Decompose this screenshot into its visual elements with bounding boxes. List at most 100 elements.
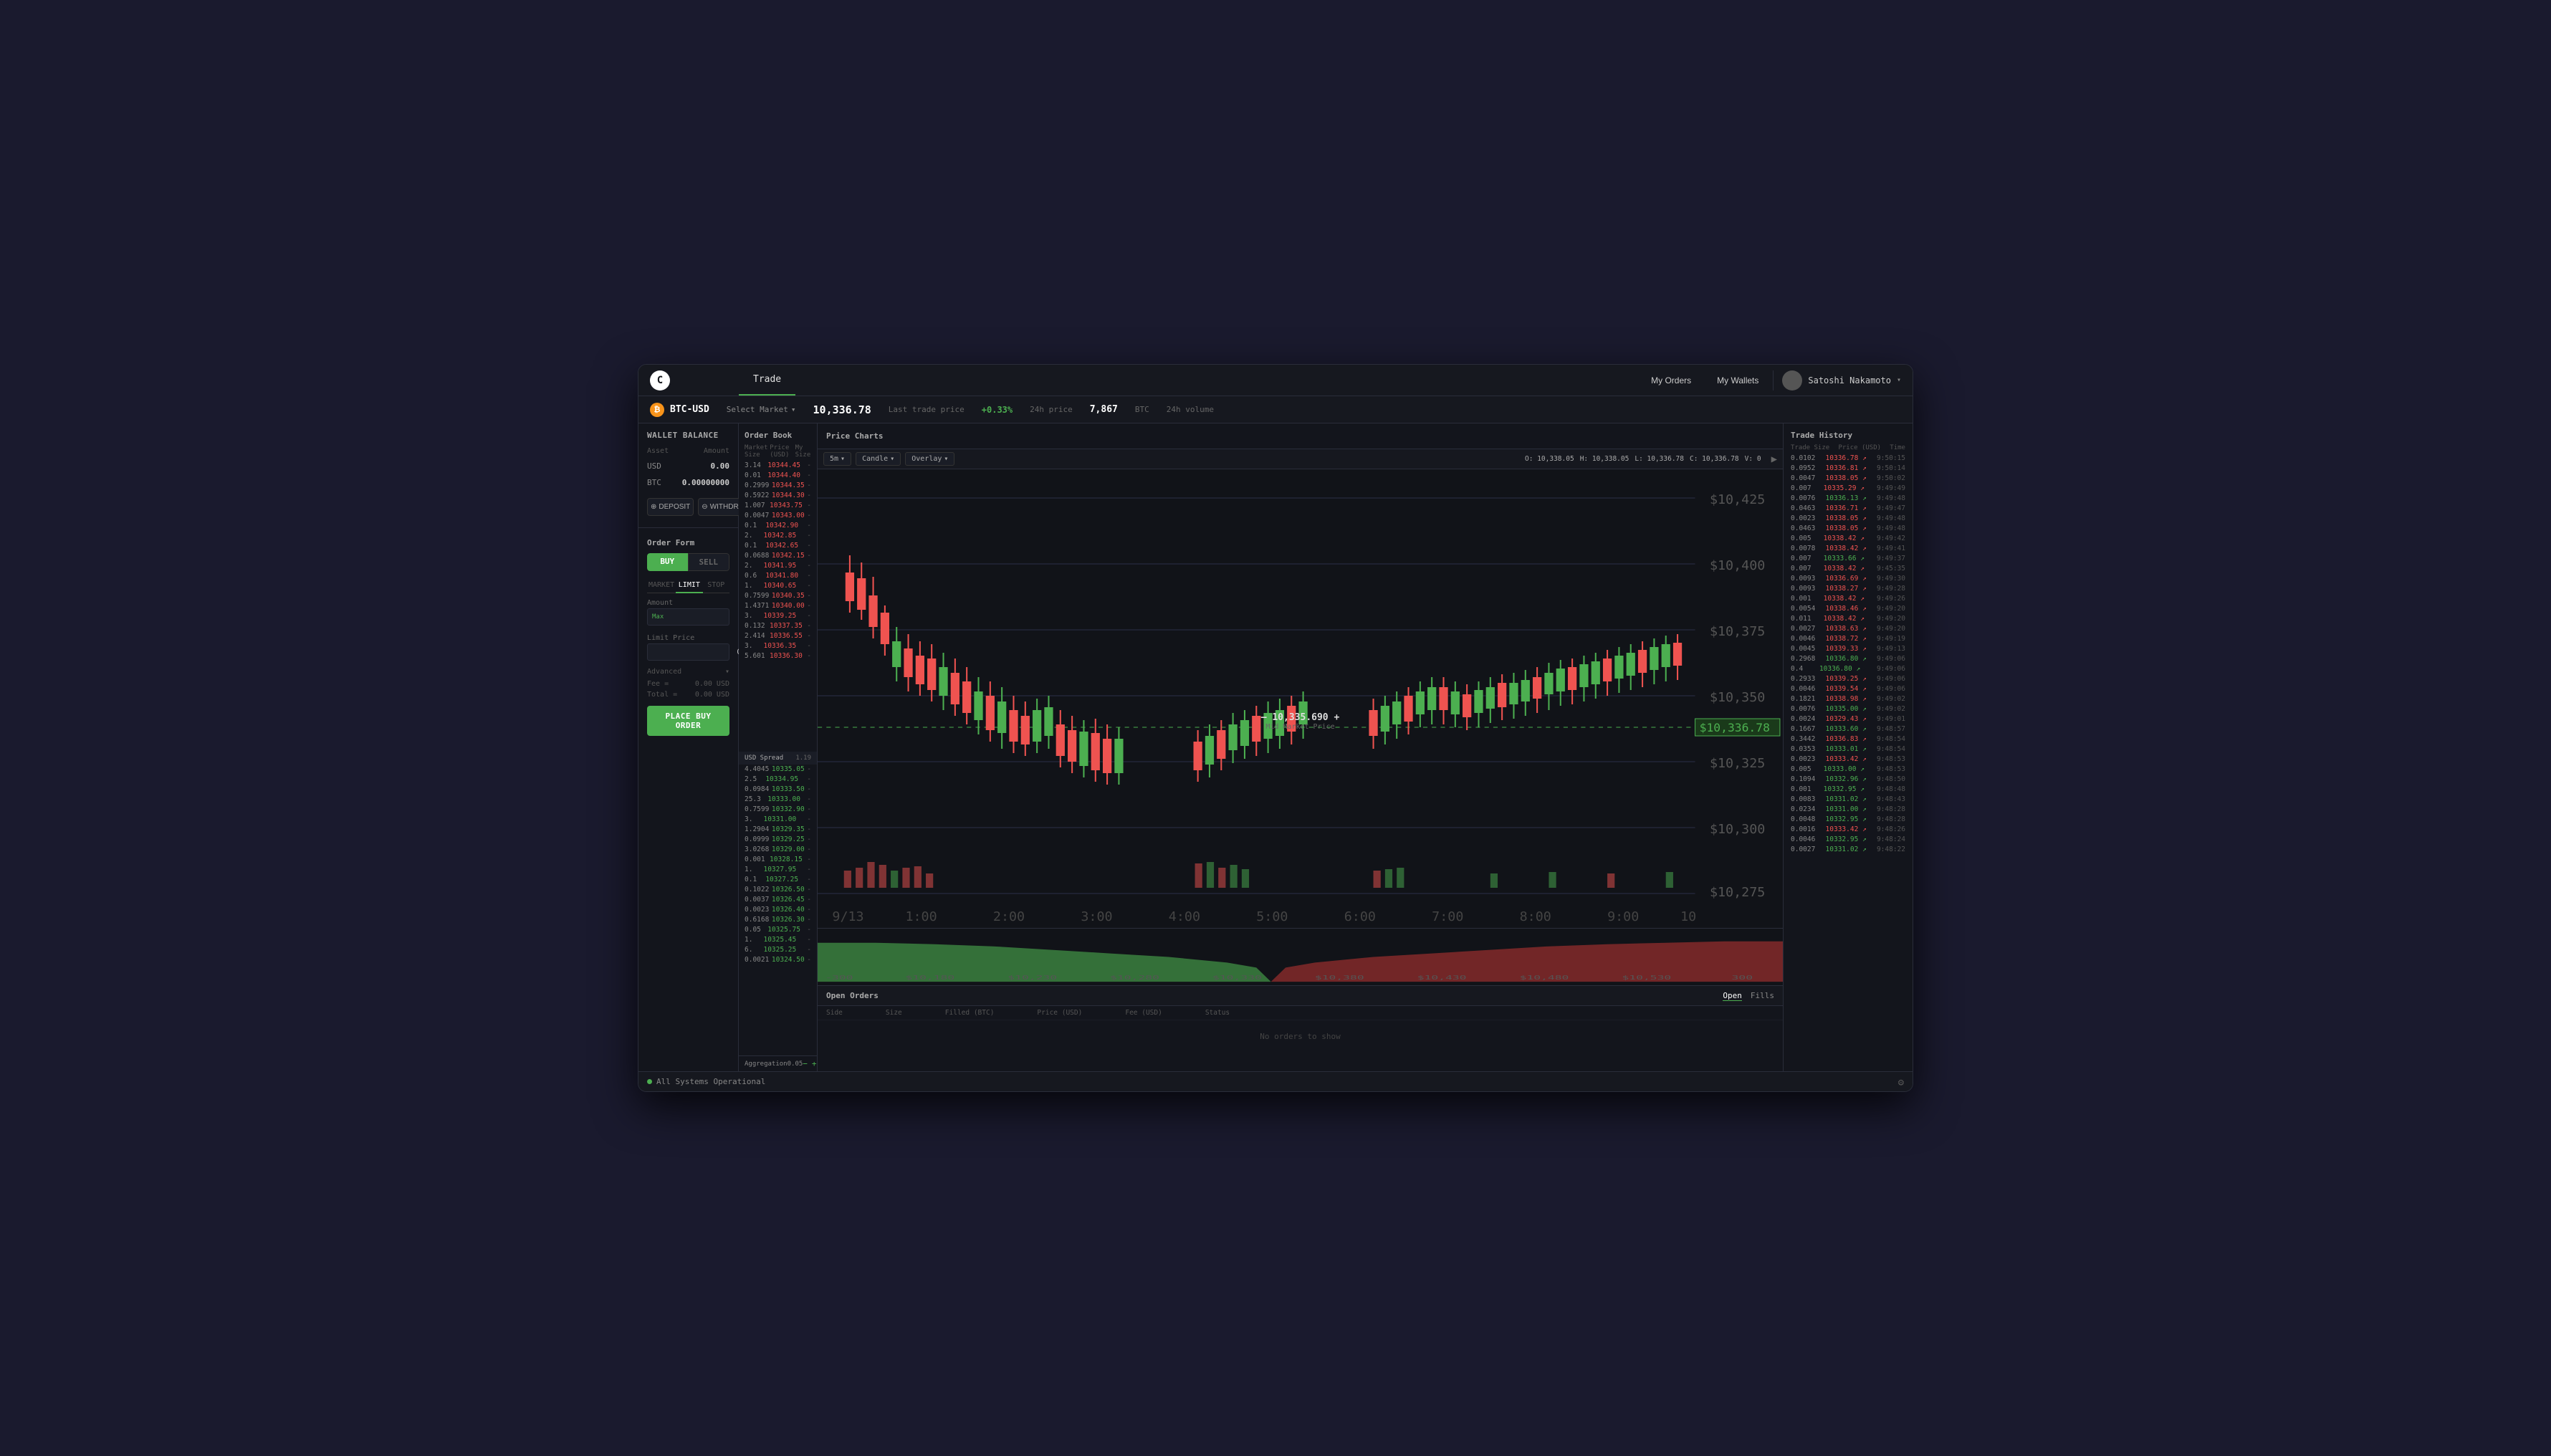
svg-text:5:00: 5:00 bbox=[1256, 909, 1288, 924]
trade-tab[interactable]: Trade bbox=[739, 365, 795, 396]
chevron-down-icon: ▾ bbox=[890, 455, 894, 463]
list-item: 0.001610333.42 ↗9:48:26 bbox=[1784, 824, 1913, 834]
usd-amount: 0.00 bbox=[711, 461, 730, 471]
order-form-title: Order Form bbox=[638, 532, 738, 550]
svg-text:$10,530: $10,530 bbox=[1622, 974, 1672, 981]
col-size: Size bbox=[886, 1009, 902, 1017]
divider bbox=[638, 527, 738, 528]
table-row: 0.616810326.30- bbox=[739, 915, 817, 925]
list-item: 0.002710338.63 ↗9:49:20 bbox=[1784, 623, 1913, 633]
list-item: 0.00110332.95 ↗9:48:48 bbox=[1784, 784, 1913, 794]
amount-label: Amount bbox=[638, 595, 738, 608]
limit-tab[interactable]: LIMIT bbox=[676, 578, 702, 593]
table-row: 1.290410329.35- bbox=[739, 825, 817, 835]
volume-label: 24h volume bbox=[1167, 405, 1214, 414]
list-item: 0.004710338.05 ↗9:50:02 bbox=[1784, 473, 1913, 483]
advanced-row[interactable]: Advanced ▾ bbox=[638, 665, 738, 679]
status-dot bbox=[647, 1079, 652, 1084]
last-trade-price: 10,336.78 bbox=[813, 403, 871, 416]
table-row: 0.759910332.90- bbox=[739, 805, 817, 815]
list-item: 0.046310338.05 ↗9:49:48 bbox=[1784, 523, 1913, 533]
list-item: 0.004610332.95 ↗9:48:24 bbox=[1784, 834, 1913, 844]
depth-chart: -300 $10,180 $10,230 $10,280 $10,330 $10… bbox=[818, 929, 1783, 985]
svg-text:9/13: 9/13 bbox=[832, 909, 863, 924]
user-area: Satoshi Nakamoto ▾ bbox=[1773, 370, 1901, 391]
trade-history-panel: Trade History Trade Size Price (USD) Tim… bbox=[1784, 423, 1913, 1071]
h-label: H: 10,338.05 bbox=[1580, 455, 1629, 463]
forward-icon[interactable]: ▶ bbox=[1771, 454, 1777, 465]
my-wallets-button[interactable]: My Wallets bbox=[1705, 371, 1770, 390]
chart-panel: Price Charts 5m ▾ Candle ▾ Overlay ▾ O: … bbox=[818, 423, 1784, 1071]
coinbase-logo[interactable]: C bbox=[650, 370, 670, 391]
total-row: Total = 0.00 USD bbox=[638, 689, 738, 700]
list-item: 0.00710338.42 ↗9:45:35 bbox=[1784, 563, 1913, 573]
table-row: 1.10340.65- bbox=[739, 580, 817, 590]
volume-currency: BTC bbox=[1135, 405, 1149, 414]
svg-text:8:00: 8:00 bbox=[1520, 909, 1551, 924]
table-row: 0.610341.80- bbox=[739, 570, 817, 580]
svg-text:$10,350: $10,350 bbox=[1710, 690, 1765, 705]
table-row: 0.299910344.35- bbox=[739, 480, 817, 490]
settings-icon[interactable]: ⚙ bbox=[1898, 1077, 1904, 1088]
wallet-balance-title: Wallet Balance bbox=[638, 423, 738, 444]
spread-label: USD Spread bbox=[745, 755, 783, 762]
table-row: 5.60110336.30- bbox=[739, 651, 817, 661]
ob-aggregation: Aggregation 0.05 − + bbox=[739, 1055, 817, 1071]
svg-text:$10,336.78: $10,336.78 bbox=[1700, 721, 1770, 734]
place-order-button[interactable]: PLACE BUY ORDER bbox=[647, 706, 729, 736]
my-orders-button[interactable]: My Orders bbox=[1640, 371, 1703, 390]
list-item: 0.00510333.00 ↗9:48:53 bbox=[1784, 764, 1913, 774]
table-row: 1.00710343.75- bbox=[739, 500, 817, 510]
wallet-asset-col: Asset bbox=[647, 447, 669, 455]
app-window: C Trade My Orders My Wallets Satoshi Nak… bbox=[638, 364, 1913, 1092]
svg-text:300: 300 bbox=[1732, 974, 1753, 981]
fee-label: Fee = bbox=[647, 680, 669, 688]
usd-asset: USD bbox=[647, 461, 661, 471]
ob-my-size-col: My Size bbox=[795, 444, 811, 459]
open-tab[interactable]: Open bbox=[1723, 991, 1742, 1001]
wallet-table: Asset Amount USD 0.00 BTC 0.00000000 bbox=[638, 444, 738, 491]
wallet-btc-row: BTC 0.00000000 bbox=[638, 474, 738, 491]
chevron-down-icon: ▾ bbox=[791, 405, 796, 414]
svg-text:9:00: 9:00 bbox=[1607, 909, 1639, 924]
wallet-actions: ⊕ DEPOSIT ⊖ WITHDRAW bbox=[638, 491, 738, 523]
overlay-button[interactable]: Overlay ▾ bbox=[905, 452, 954, 466]
buy-tab[interactable]: BUY bbox=[647, 553, 688, 571]
svg-text:$10,425: $10,425 bbox=[1710, 492, 1765, 507]
ob-price-col: Price (USD) bbox=[770, 444, 795, 459]
table-row: 0.592210344.30- bbox=[739, 490, 817, 500]
agg-plus-button[interactable]: + bbox=[812, 1059, 817, 1068]
select-market-dropdown[interactable]: Select Market ▾ bbox=[727, 405, 796, 414]
table-row: 2.10342.85- bbox=[739, 530, 817, 540]
list-item: 0.002310338.05 ↗9:49:48 bbox=[1784, 513, 1913, 523]
stop-tab[interactable]: STOP bbox=[703, 578, 729, 593]
th-time-col: Time bbox=[1890, 444, 1905, 451]
market-tab[interactable]: MARKET bbox=[647, 578, 676, 593]
svg-text:$10,400: $10,400 bbox=[1710, 558, 1765, 573]
list-item: 0.095210336.81 ↗9:50:14 bbox=[1784, 463, 1913, 473]
table-row: 0.110327.25- bbox=[739, 875, 817, 885]
col-filled: Filled (BTC) bbox=[945, 1009, 995, 1017]
chart-top-bar: 5m ▾ Candle ▾ Overlay ▾ O: 10,338.05 H: … bbox=[818, 449, 1783, 469]
table-row: 0.13210337.35- bbox=[739, 621, 817, 631]
sell-tab[interactable]: SELL bbox=[688, 553, 730, 571]
svg-text:$10,280: $10,280 bbox=[1110, 974, 1159, 981]
chart-body[interactable]: 9/13 1:00 2:00 3:00 4:00 5:00 6:00 7:00 … bbox=[818, 469, 1783, 928]
candlestick-chart: 9/13 1:00 2:00 3:00 4:00 5:00 6:00 7:00 … bbox=[818, 469, 1783, 928]
svg-text:$10,375: $10,375 bbox=[1710, 624, 1765, 639]
deposit-button[interactable]: ⊕ DEPOSIT bbox=[647, 498, 694, 516]
candle-type-button[interactable]: Candle ▾ bbox=[856, 452, 901, 466]
agg-minus-button[interactable]: − bbox=[803, 1059, 808, 1068]
max-label[interactable]: Max bbox=[648, 613, 668, 621]
svg-text:7:00: 7:00 bbox=[1432, 909, 1463, 924]
chevron-down-icon[interactable]: ▾ bbox=[1897, 376, 1901, 384]
advanced-label: Advanced bbox=[647, 668, 681, 676]
chevron-down-icon: ▾ bbox=[841, 455, 845, 463]
list-item: 0.344210336.83 ↗9:48:54 bbox=[1784, 734, 1913, 744]
agg-controls: − + bbox=[803, 1059, 816, 1068]
fills-tab[interactable]: Fills bbox=[1751, 991, 1774, 1001]
aggregation-label: Aggregation bbox=[745, 1060, 788, 1068]
table-row: 2.10341.95- bbox=[739, 560, 817, 570]
interval-button[interactable]: 5m ▾ bbox=[823, 452, 851, 466]
svg-text:-300: -300 bbox=[825, 974, 853, 981]
